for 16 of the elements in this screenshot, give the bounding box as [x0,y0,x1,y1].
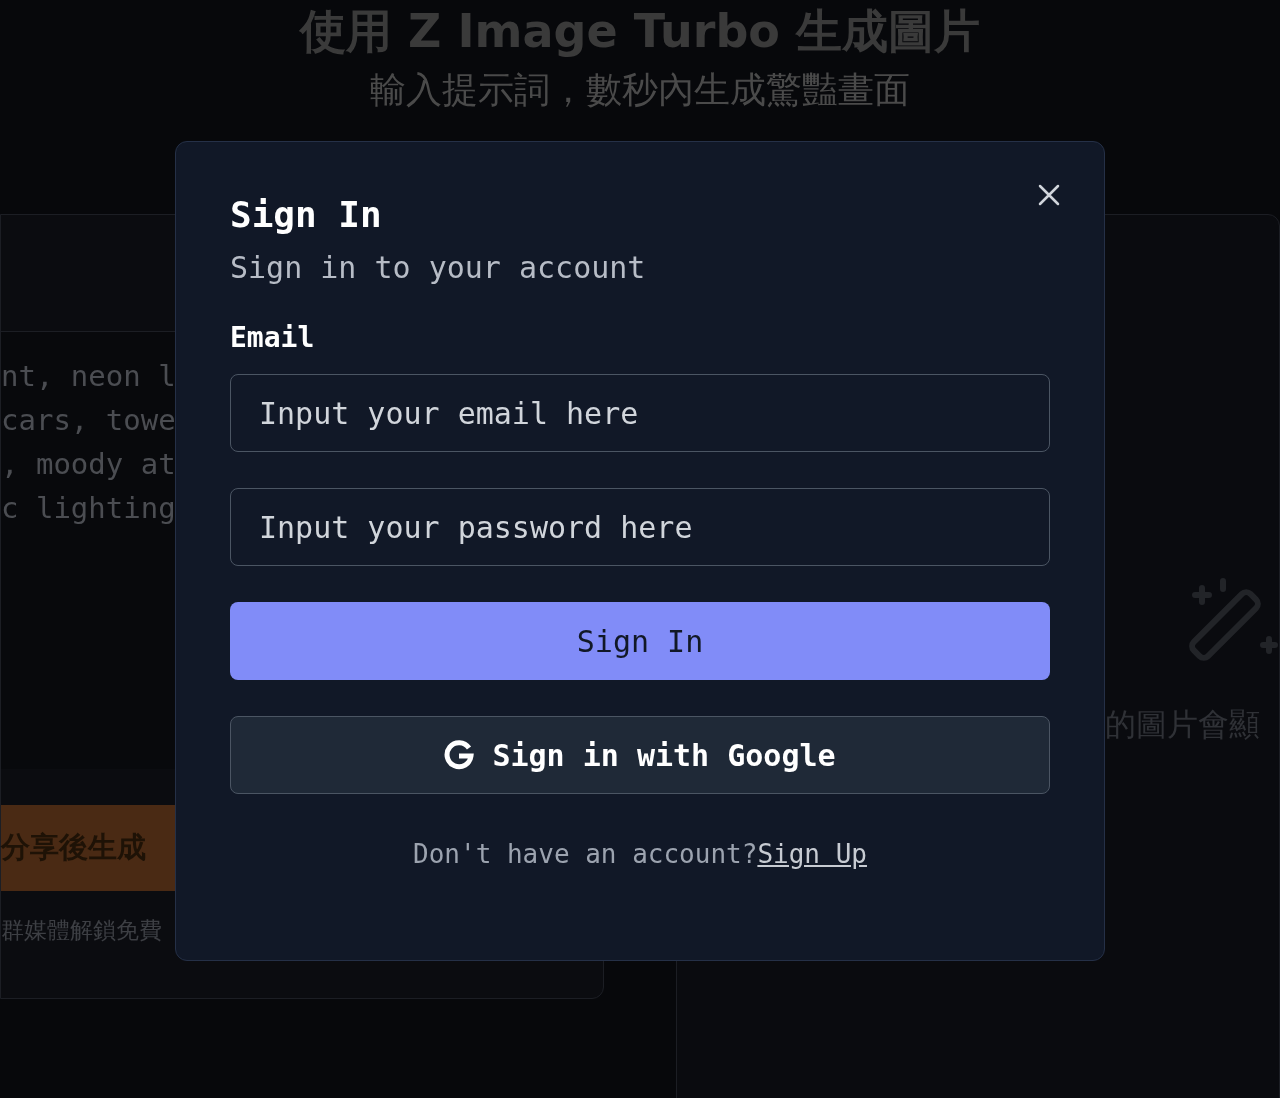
prompt-text-line: , moody at [1,446,176,483]
google-sign-in-button[interactable]: Sign in with Google [230,716,1050,794]
dialog-title: Sign In [230,193,383,237]
email-label: Email [230,320,316,356]
prompt-text-line: nt, neon l [1,358,176,395]
google-g-icon [444,740,475,770]
dialog-subtitle: Sign in to your account [230,249,647,287]
sign-up-link[interactable]: Sign Up [757,834,867,874]
sign-in-button[interactable]: Sign In [230,602,1050,680]
password-field[interactable]: Input your password here [230,488,1050,566]
close-icon [1038,184,1060,206]
page-subtitle: 輸入提示詞，數秒內生成驚豔畫面 [370,68,910,112]
prompt-text-line: c lighting [1,490,176,527]
email-field[interactable]: Input your email here [230,374,1050,452]
footer-text: Don't have an account? [413,838,758,871]
prompt-text-line: cars, towe [1,402,176,439]
